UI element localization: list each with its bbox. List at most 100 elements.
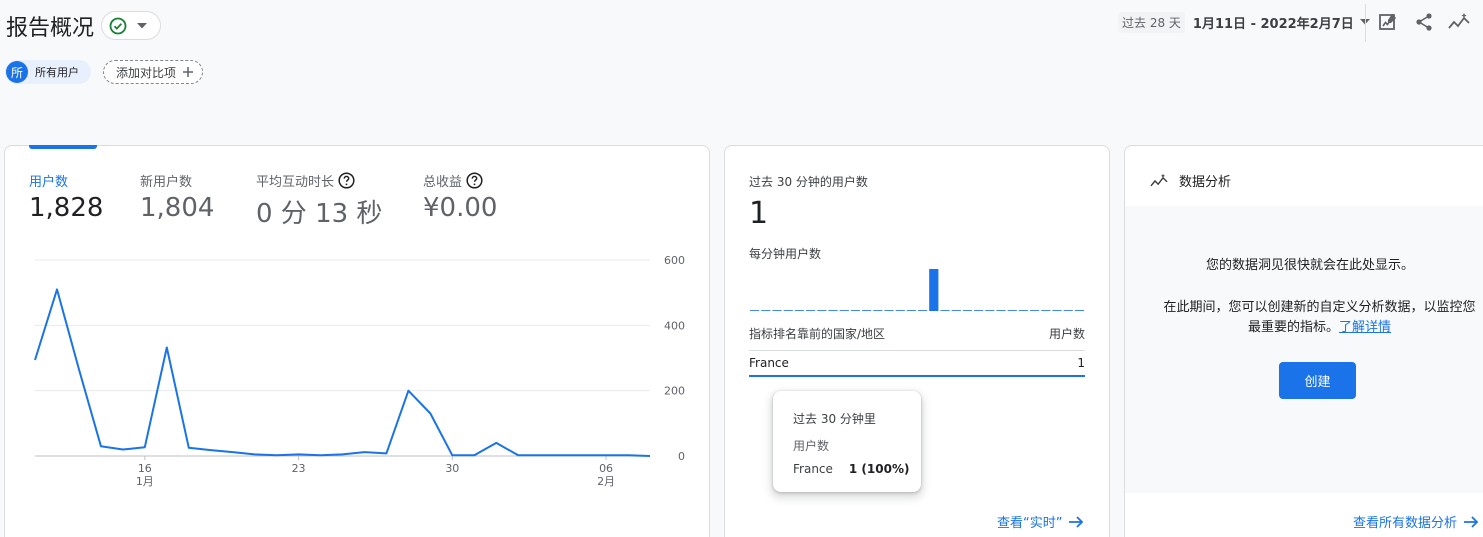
- per-minute-bar[interactable]: [962, 310, 972, 311]
- insights-title: 数据分析: [1179, 175, 1232, 190]
- metric-label-row: 总收益: [423, 171, 497, 190]
- per-minute-bar[interactable]: [862, 310, 872, 311]
- date-range-value: 1月11日 - 2022年2月7日: [1192, 16, 1354, 32]
- per-minute-bar[interactable]: [996, 310, 1006, 311]
- learn-more-link[interactable]: 了解详情: [1339, 320, 1391, 335]
- y-tick-label: 400: [664, 319, 685, 332]
- report-status-dropdown[interactable]: [101, 11, 161, 40]
- table-row[interactable]: France 1: [749, 356, 1085, 377]
- insights-header: 数据分析: [1149, 171, 1231, 190]
- metric-label: 新用户数: [140, 174, 193, 190]
- tab-avg-engagement[interactable]: 平均互动时长 0 分 13 秒: [256, 171, 382, 230]
- tab-users[interactable]: 用户数 1,828: [29, 171, 104, 224]
- per-minute-bar[interactable]: [817, 310, 827, 311]
- per-minute-bar[interactable]: [951, 310, 961, 311]
- metric-value: 0 分 13 秒: [256, 199, 383, 229]
- per-minute-bar[interactable]: [783, 310, 793, 311]
- x-tick-sublabel: 1月: [136, 475, 154, 488]
- per-minute-bar[interactable]: [1018, 310, 1028, 311]
- view-realtime-link[interactable]: 查看“实时”: [997, 512, 1084, 531]
- plus-icon: [183, 67, 194, 77]
- per-minute-bar[interactable]: [974, 310, 984, 311]
- tab-new-users[interactable]: 新用户数 1,804: [140, 171, 215, 224]
- overview-metrics-card: 用户数 1,828 新用户数 1,804 平均互动时长 0 分 13 秒 总收益…: [4, 145, 710, 537]
- per-minute-bar[interactable]: [884, 310, 894, 311]
- users-line-chart: 0 200 400 600 161月 23 30 062月: [34, 254, 685, 488]
- per-minute-bar[interactable]: [850, 310, 860, 311]
- date-range-picker[interactable]: 过去 28 天 1月11日 - 2022年2月7日: [1118, 11, 1370, 33]
- x-tick-label: 16: [138, 462, 152, 475]
- column-country: 指标排名靠前的国家/地区: [749, 327, 886, 341]
- realtime-title: 过去 30 分钟的用户数: [749, 175, 868, 189]
- per-minute-bar[interactable]: [761, 310, 771, 311]
- tooltip-title: 过去 30 分钟里: [793, 412, 876, 426]
- help-icon[interactable]: [338, 171, 355, 189]
- metric-value: 1,828: [29, 193, 104, 223]
- per-minute-bar[interactable]: [895, 310, 905, 311]
- x-tick-label: 06: [599, 462, 613, 475]
- edit-report-button[interactable]: [1377, 11, 1399, 33]
- per-minute-bar[interactable]: [918, 310, 928, 311]
- insights-card: 数据分析 您的数据洞见很快就会在此处显示。 在此期间，您可以创建新的自定义分析数…: [1124, 145, 1483, 537]
- country-table-header: 指标排名靠前的国家/地区 用户数: [749, 325, 1085, 351]
- per-minute-bar[interactable]: [1041, 310, 1051, 311]
- tooltip-row: France 1 (100%): [793, 462, 921, 476]
- per-minute-bar[interactable]: [940, 310, 950, 311]
- country-tooltip: 过去 30 分钟里 用户数 France 1 (100%): [773, 391, 921, 492]
- view-all-insights-label: 查看所有数据分析: [1353, 516, 1458, 531]
- per-minute-bar[interactable]: [1063, 310, 1073, 311]
- check-circle-icon: [109, 17, 127, 34]
- per-minute-bar[interactable]: [906, 310, 916, 311]
- share-button[interactable]: [1413, 11, 1435, 33]
- per-minute-bar[interactable]: [772, 310, 782, 311]
- x-tick-label: 23: [292, 462, 306, 475]
- create-insight-button[interactable]: 创建: [1279, 362, 1356, 399]
- insights-message: 您的数据洞见很快就会在此处显示。: [1205, 258, 1414, 273]
- arrow-right-icon: [1464, 515, 1479, 528]
- tab-total-revenue[interactable]: 总收益 ¥0.00: [423, 171, 497, 223]
- per-minute-bar[interactable]: [985, 310, 995, 311]
- y-tick-label: 0: [678, 450, 685, 463]
- page-title: 报告概况: [6, 16, 95, 41]
- active-tab-indicator: [29, 145, 97, 149]
- row-users: 1: [1077, 356, 1085, 370]
- header-divider: [1365, 4, 1366, 42]
- insights-empty-panel: 您的数据洞见很快就会在此处显示。 在此期间，您可以创建新的自定义分析数据，以监控…: [1125, 206, 1483, 493]
- per-minute-bar[interactable]: [1007, 310, 1017, 311]
- segment-chip-all-users[interactable]: 所 所有用户: [5, 60, 91, 84]
- segment-label: 所有用户: [35, 66, 79, 79]
- per-minute-bar[interactable]: [1052, 310, 1062, 311]
- per-minute-bar[interactable]: [806, 310, 816, 311]
- metric-label: 用户数: [29, 174, 69, 190]
- avatar: 所: [6, 61, 28, 83]
- share-icon: [1416, 13, 1432, 31]
- per-minute-bar[interactable]: [750, 310, 760, 311]
- tooltip-metric: 用户数: [793, 439, 830, 453]
- insights-button[interactable]: [1448, 11, 1470, 33]
- insights-icon: [1150, 173, 1168, 186]
- column-users: 用户数: [1048, 327, 1085, 341]
- row-country: France: [749, 356, 789, 370]
- per-minute-bar[interactable]: [794, 310, 804, 311]
- x-tick-label: 30: [445, 462, 459, 475]
- per-minute-bar[interactable]: [873, 310, 883, 311]
- metric-label-row: 平均互动时长: [256, 171, 382, 190]
- help-icon[interactable]: [466, 171, 483, 189]
- metric-value: ¥0.00: [423, 193, 498, 223]
- realtime-value: 1: [749, 196, 769, 231]
- per-minute-bar[interactable]: [929, 269, 939, 311]
- insights-description-line1: 在此期间，您可以创建新的自定义分析数据，以监控您: [1163, 300, 1476, 315]
- per-minute-bar[interactable]: [839, 310, 849, 311]
- metric-label: 平均互动时长: [256, 174, 335, 190]
- per-minute-bar[interactable]: [1074, 310, 1084, 311]
- view-all-insights-link[interactable]: 查看所有数据分析: [1353, 512, 1479, 531]
- add-comparison-button[interactable]: 添加对比项: [103, 60, 204, 84]
- per-minute-bar[interactable]: [828, 310, 838, 311]
- metric-value: 1,804: [140, 193, 215, 223]
- view-realtime-label: 查看“实时”: [997, 516, 1063, 531]
- x-tick-sublabel: 2月: [597, 475, 615, 488]
- per-minute-bar-chart: [750, 269, 1084, 311]
- per-minute-bar[interactable]: [1030, 310, 1040, 311]
- series-line-users: [34, 288, 651, 457]
- add-comparison-label: 添加对比项: [116, 65, 177, 80]
